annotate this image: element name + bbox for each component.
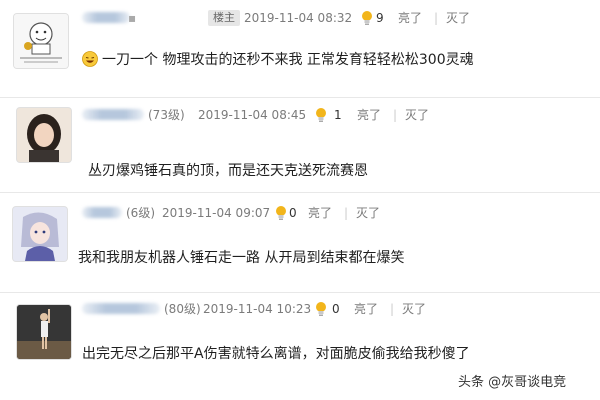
- lightbulb-icon: [316, 302, 326, 316]
- comment-text: 我和我朋友机器人锤石走一路 从开局到结束都在爆笑: [78, 250, 405, 266]
- dislike-button[interactable]: 灭了: [402, 301, 426, 317]
- lightbulb-icon: [316, 108, 326, 122]
- avatar[interactable]: [13, 207, 67, 261]
- like-button[interactable]: 亮了: [354, 301, 378, 317]
- divider: |: [344, 206, 349, 220]
- lightbulb-icon: [276, 206, 286, 220]
- like-count: 0: [332, 302, 340, 316]
- divider: |: [434, 11, 439, 25]
- username-blurred[interactable]: [82, 12, 130, 23]
- divider-line: [0, 97, 600, 98]
- username-blurred[interactable]: [82, 303, 160, 314]
- dislike-button[interactable]: 灭了: [446, 10, 470, 26]
- divider-line: [0, 192, 600, 193]
- comment-text: 一刀一个 物理攻击的还秒不来我 正常发育轻轻松松300灵魂: [102, 52, 474, 68]
- comment-time: 2019-11-04 08:45: [198, 108, 307, 122]
- username-blurred[interactable]: [82, 207, 122, 218]
- avatar[interactable]: [14, 14, 68, 68]
- comment-text: 出完无尽之后那平A伤害就特么离谱，对面脆皮偷我给我秒傻了: [82, 346, 470, 362]
- like-count: 0: [289, 206, 297, 220]
- divider: |: [390, 302, 395, 316]
- comment-time: 2019-11-04 10:23: [203, 302, 312, 316]
- avatar[interactable]: [17, 108, 71, 162]
- username-blurred[interactable]: [82, 109, 144, 120]
- owner-badge: 楼主: [208, 10, 240, 26]
- comment-time: 2019-11-04 08:32: [244, 11, 353, 25]
- like-count: 9: [376, 11, 384, 25]
- dislike-button[interactable]: 灭了: [405, 107, 429, 123]
- user-level: (6级): [126, 206, 155, 220]
- comment-time: 2019-11-04 09:07: [162, 206, 271, 220]
- like-button[interactable]: 亮了: [308, 205, 332, 221]
- separator-dots: ▪: [128, 11, 137, 25]
- dislike-button[interactable]: 灭了: [356, 205, 380, 221]
- user-level: (80级): [164, 302, 201, 316]
- user-level: (73级): [148, 108, 185, 122]
- watermark: 头条 @灰哥谈电竞: [458, 375, 567, 390]
- comment-text: 丛刃爆鸡锤石真的顶，而是还天克送死流赛恩: [88, 163, 368, 179]
- divider-line: [0, 292, 600, 293]
- laughing-emoji-icon: [82, 51, 98, 67]
- lightbulb-icon: [362, 11, 372, 25]
- divider: |: [393, 108, 398, 122]
- like-button[interactable]: 亮了: [357, 107, 381, 123]
- like-button[interactable]: 亮了: [398, 10, 422, 26]
- like-count: 1: [334, 108, 342, 122]
- avatar[interactable]: [17, 305, 71, 359]
